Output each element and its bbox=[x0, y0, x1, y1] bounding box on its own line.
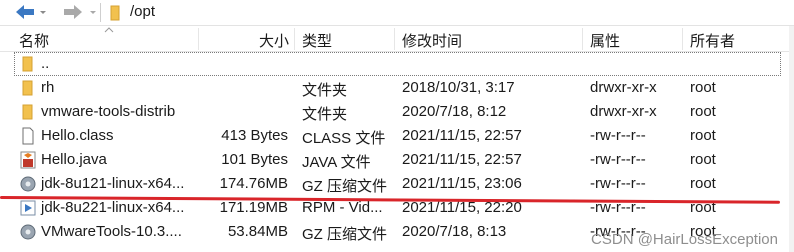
forward-history-dropdown[interactable] bbox=[88, 2, 98, 22]
file-owner: root bbox=[690, 175, 716, 192]
current-path[interactable]: /opt bbox=[130, 3, 155, 20]
file-owner: root bbox=[690, 103, 716, 120]
file-modified: 2021/11/15, 22:57 bbox=[402, 151, 522, 168]
column-header-size[interactable]: 大小 bbox=[259, 30, 289, 51]
archive-disc-icon bbox=[20, 176, 36, 192]
file-type: CLASS 文件 bbox=[302, 130, 386, 147]
file-attributes: drwxr-xr-x bbox=[590, 79, 657, 96]
watermark: CSDN @HairLossException bbox=[591, 231, 778, 248]
file-name: jdk-8u121-linux-x64... bbox=[41, 175, 185, 192]
file-owner: root bbox=[690, 127, 716, 144]
chevron-down-icon bbox=[90, 11, 96, 14]
file-type: JAVA 文件 bbox=[302, 154, 371, 171]
column-header-owner[interactable]: 所有者 bbox=[690, 30, 735, 51]
file-size: 171.19MB bbox=[219, 199, 288, 216]
table-row[interactable]: Hello.class 413 Bytes CLASS 文件 2021/11/1… bbox=[0, 124, 794, 148]
file-owner: root bbox=[690, 79, 716, 96]
file-name: VMwareTools-10.3.... bbox=[41, 223, 182, 240]
file-size: 101 Bytes bbox=[221, 151, 288, 168]
folder-icon bbox=[22, 56, 33, 72]
file-modified: 2021/11/15, 22:57 bbox=[402, 127, 522, 144]
file-size: 413 Bytes bbox=[221, 127, 288, 144]
column-divider[interactable] bbox=[682, 28, 683, 50]
file-list-header: 名称 大小 类型 修改时间 属性 所有者 bbox=[0, 26, 794, 52]
file-type: RPM - Vid... bbox=[302, 199, 383, 216]
file-size: 53.84MB bbox=[227, 223, 288, 240]
arrow-left-icon bbox=[16, 5, 34, 19]
column-divider[interactable] bbox=[394, 28, 395, 50]
file-modified: 2021/11/15, 23:06 bbox=[402, 175, 522, 192]
folder-icon bbox=[109, 5, 123, 25]
file-name: jdk-8u221-linux-x64... bbox=[41, 199, 185, 216]
file-modified: 2018/10/31, 3:17 bbox=[402, 79, 515, 96]
file-size: 174.76MB bbox=[219, 175, 288, 192]
video-file-icon bbox=[20, 200, 36, 216]
toolbar-divider bbox=[100, 3, 101, 22]
file-attributes: -rw-r--r-- bbox=[590, 127, 646, 144]
column-header-modified[interactable]: 修改时间 bbox=[402, 30, 462, 51]
file-type: GZ 压缩文件 bbox=[302, 178, 387, 195]
file-attributes: drwxr-xr-x bbox=[590, 103, 657, 120]
file-name: rh bbox=[41, 79, 55, 96]
file-name: .. bbox=[41, 55, 50, 72]
column-header-type[interactable]: 类型 bbox=[302, 30, 332, 51]
sort-ascending-icon bbox=[104, 27, 114, 33]
table-row[interactable]: Hello.java 101 Bytes JAVA 文件 2021/11/15,… bbox=[0, 148, 794, 172]
forward-button[interactable] bbox=[62, 2, 84, 22]
archive-disc-icon bbox=[20, 224, 36, 240]
table-row[interactable]: vmware-tools-distrib 文件夹 2020/7/18, 8:12… bbox=[0, 100, 794, 124]
file-name: Hello.class bbox=[41, 127, 114, 144]
file-owner: root bbox=[690, 151, 716, 168]
java-file-icon bbox=[20, 151, 36, 169]
folder-icon bbox=[22, 104, 33, 120]
table-row-parent[interactable]: .. bbox=[0, 52, 794, 76]
file-modified: 2020/7/18, 8:13 bbox=[402, 223, 507, 240]
file-modified: 2020/7/18, 8:12 bbox=[402, 103, 507, 120]
table-row[interactable]: rh 文件夹 2018/10/31, 3:17 drwxr-xr-x root bbox=[0, 76, 794, 100]
back-history-dropdown[interactable] bbox=[38, 2, 48, 22]
column-divider[interactable] bbox=[582, 28, 583, 50]
focus-outline bbox=[14, 52, 781, 76]
file-name: vmware-tools-distrib bbox=[41, 103, 176, 120]
column-header-attributes[interactable]: 属性 bbox=[590, 30, 620, 51]
chevron-down-icon bbox=[40, 11, 46, 14]
table-row[interactable]: jdk-8u121-linux-x64... 174.76MB GZ 压缩文件 … bbox=[0, 172, 794, 196]
column-divider[interactable] bbox=[294, 28, 295, 50]
back-button[interactable] bbox=[14, 2, 36, 22]
folder-icon bbox=[22, 80, 33, 96]
file-name: Hello.java bbox=[41, 151, 107, 168]
file-attributes: -rw-r--r-- bbox=[590, 175, 646, 192]
arrow-right-icon bbox=[64, 5, 82, 19]
column-header-name[interactable]: 名称 bbox=[19, 30, 49, 51]
file-icon bbox=[22, 127, 34, 145]
path-toolbar: /opt bbox=[0, 0, 794, 26]
file-type: 文件夹 bbox=[302, 106, 348, 123]
vertical-scrollbar[interactable] bbox=[789, 26, 794, 252]
file-type: GZ 压缩文件 bbox=[302, 226, 387, 243]
file-attributes: -rw-r--r-- bbox=[590, 151, 646, 168]
file-type: 文件夹 bbox=[302, 82, 348, 99]
column-divider[interactable] bbox=[198, 28, 199, 50]
